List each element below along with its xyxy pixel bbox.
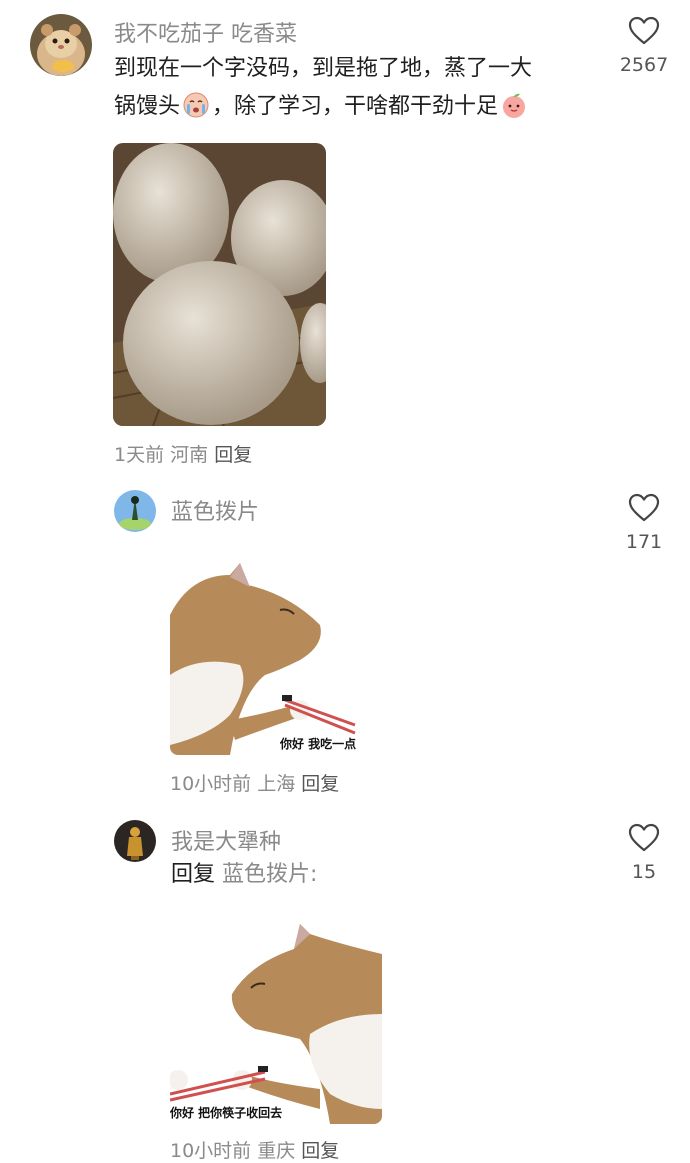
like-count: 171 — [625, 531, 663, 553]
comment-time: 10小时前 — [170, 773, 252, 795]
crying-face-emoji-icon — [182, 91, 210, 119]
username[interactable]: 我不吃茄子 吃香菜 — [114, 16, 297, 48]
comment-meta: 1天前 河南 回复 — [114, 440, 252, 467]
avatar[interactable] — [114, 490, 156, 532]
username[interactable]: 我是大犟种 — [171, 824, 281, 856]
heart-outline-icon — [628, 493, 660, 522]
reply-button[interactable]: 回复 — [214, 444, 252, 466]
comment-sticker-cat[interactable]: 你好 把你筷子收回去 — [170, 924, 382, 1124]
comment-meta: 10小时前 上海 回复 — [170, 769, 339, 796]
comment-text: 到现在一个字没码，到是拖了地，蒸了一大 锅馒头 ，除了学习，干啥都干劲十足 — [114, 50, 594, 126]
like-count: 15 — [631, 861, 657, 883]
comment-location: 河南 — [170, 444, 209, 466]
sticker-caption: 你好 我吃一点 — [280, 737, 357, 751]
like-button[interactable]: 2567 — [609, 16, 679, 76]
comment-location: 上海 — [257, 773, 296, 795]
heart-outline-icon — [628, 16, 660, 45]
comment-location: 重庆 — [257, 1140, 296, 1162]
avatar[interactable] — [114, 820, 156, 862]
avatar[interactable] — [30, 14, 92, 76]
like-count: 2567 — [619, 54, 669, 76]
comment-text-line2b: ，除了学习，干啥都干劲十足 — [212, 94, 499, 119]
comment-text-line2a: 锅馒头 — [114, 94, 181, 119]
comment-sticker-cat[interactable]: 你好 我吃一点 — [170, 555, 360, 755]
peach-face-emoji-icon — [500, 91, 528, 119]
reply-prefix: 回复 — [171, 862, 216, 887]
comment-text-line1: 到现在一个字没码，到是拖了地，蒸了一大 — [114, 56, 533, 81]
like-button[interactable]: 15 — [609, 823, 679, 883]
reply-mention[interactable]: 蓝色拨片: — [222, 862, 317, 887]
comment-time: 10小时前 — [170, 1140, 252, 1162]
reply-button[interactable]: 回复 — [301, 773, 339, 795]
reply-target: 回复 蓝色拨片: — [171, 856, 317, 894]
comment-time: 1天前 — [114, 444, 165, 466]
heart-outline-icon — [628, 823, 660, 852]
comment-meta: 10小时前 重庆 回复 — [170, 1136, 339, 1163]
reply-button[interactable]: 回复 — [301, 1140, 339, 1162]
comment-photo-steamed-buns[interactable] — [113, 143, 326, 426]
sticker-caption: 你好 把你筷子收回去 — [170, 1106, 283, 1120]
username[interactable]: 蓝色拨片 — [171, 494, 259, 526]
like-button[interactable]: 171 — [609, 493, 679, 553]
